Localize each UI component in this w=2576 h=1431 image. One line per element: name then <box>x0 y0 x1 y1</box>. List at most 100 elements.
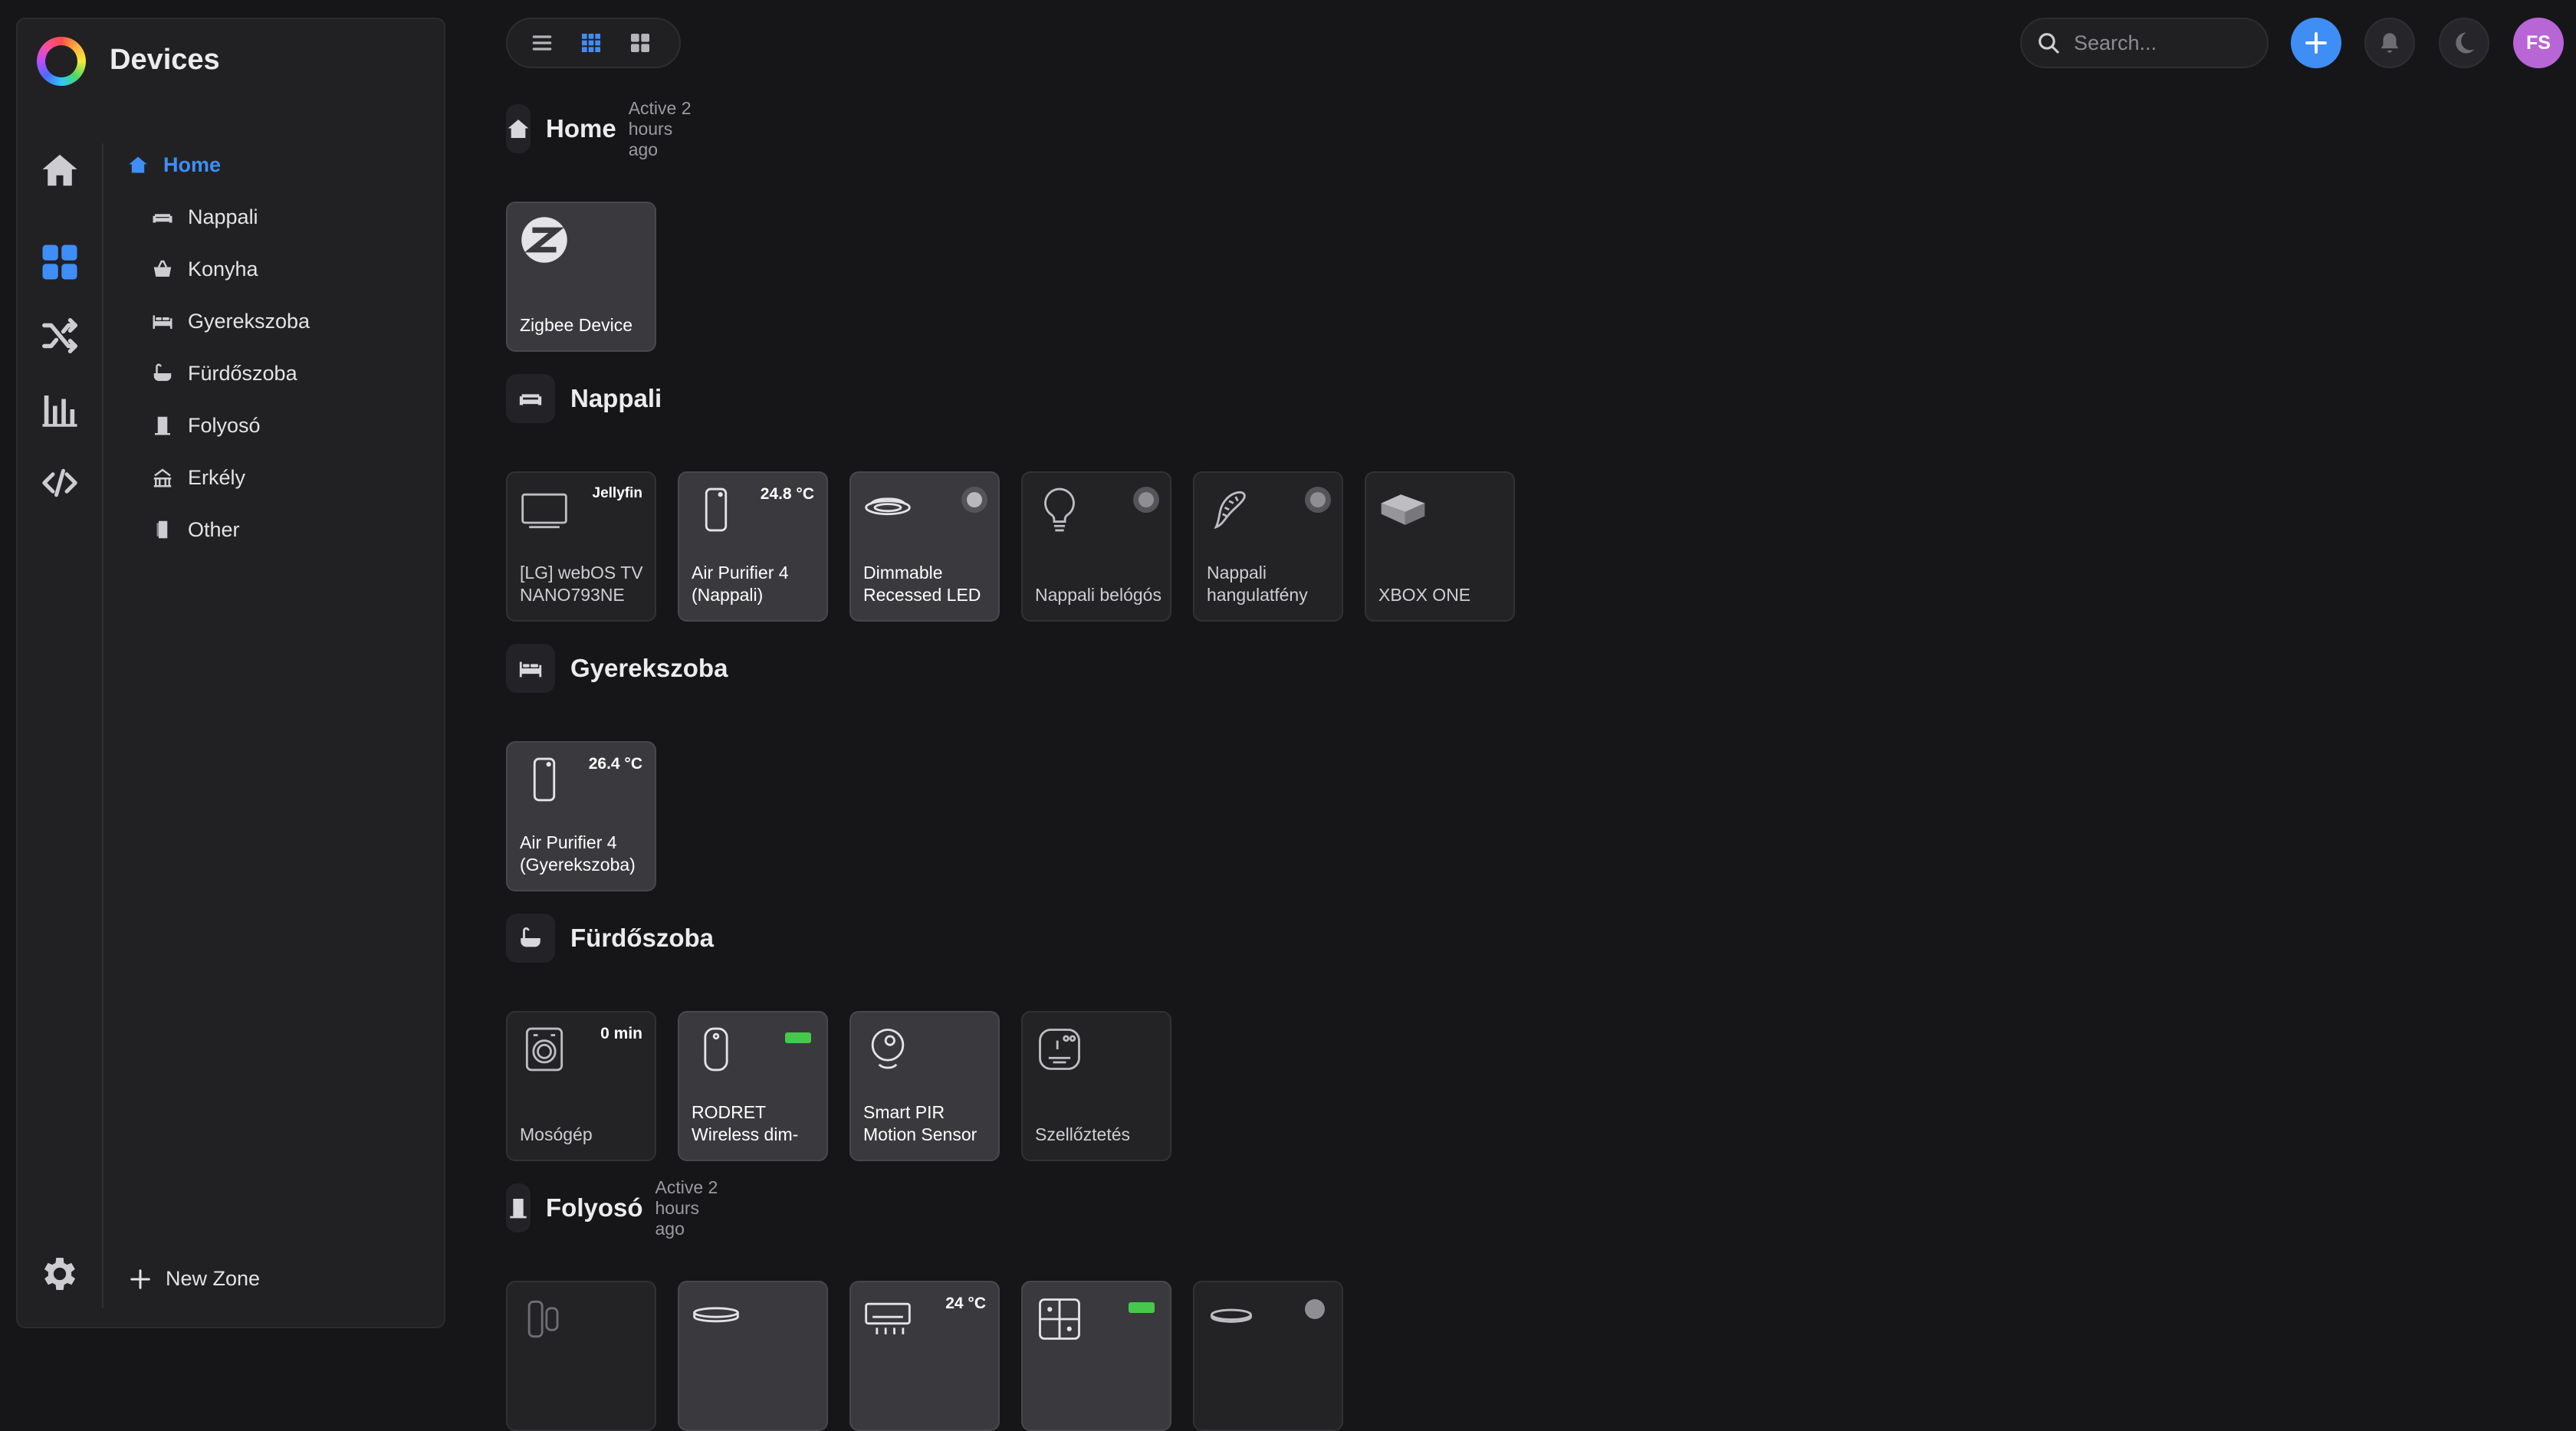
notifications-button[interactable] <box>2364 18 2415 68</box>
device-label: Air Purifier 4 (Nappali) <box>692 563 789 605</box>
bell-icon <box>2380 33 2399 53</box>
plus-icon <box>130 1269 150 1289</box>
device-card-ceiling-lamp[interactable] <box>1193 1281 1343 1431</box>
device-label: [LG] webOS TV NANO793NE <box>520 563 643 605</box>
zone-header: Nappali <box>506 373 662 424</box>
device-card-xbox-one[interactable]: XBOX ONE <box>1365 471 1515 622</box>
zone-icon <box>506 1183 531 1232</box>
sidebar-divider <box>102 143 104 1308</box>
sidebar-zone-folyoso[interactable]: Folyosó <box>150 410 261 441</box>
device-card-air-conditioner[interactable]: 24 °C <box>849 1281 1000 1431</box>
plus-icon <box>2305 32 2327 54</box>
sidebar-zone-home[interactable]: Home <box>125 149 221 180</box>
device-label: XBOX ONE <box>1378 585 1471 605</box>
device-card-dimmable-led[interactable]: Dimmable Recessed LED <box>849 471 1000 622</box>
small-grid-view-button[interactable] <box>575 27 607 59</box>
sidebar-zone-other[interactable]: Other <box>150 514 240 545</box>
status-dot <box>1305 1299 1325 1319</box>
device-label: Air Purifier 4 (Gyerekszoba) <box>520 832 636 875</box>
wall-switch-icon <box>1039 1298 1080 1340</box>
zigbee-icon <box>521 217 567 263</box>
motion-sensor-icon <box>871 1029 905 1069</box>
zone-header: Gyerekszoba <box>506 643 728 694</box>
device-card-nappali-belogos[interactable]: Nappali belógós <box>1021 471 1171 622</box>
zone-header: Home Active 2 hours ago <box>506 98 701 159</box>
view-mode-toggle <box>506 18 681 68</box>
device-label: Nappali hangulatfény <box>1207 563 1308 605</box>
zone-title: Fürdőszoba <box>570 924 714 952</box>
new-zone-label: New Zone <box>166 1267 261 1290</box>
sidebar-zone-furdoszoba[interactable]: Fürdőszoba <box>150 358 297 389</box>
large-grid-icon <box>631 34 649 52</box>
user-avatar[interactable]: FS <box>2513 18 2564 68</box>
nav-devices-button[interactable] <box>38 240 82 284</box>
sidebar-zone-konyha[interactable]: Konyha <box>150 254 258 284</box>
sofa-icon <box>153 214 172 223</box>
sidebar-zone-nappali[interactable]: Nappali <box>150 202 258 232</box>
device-label: Zigbee Device <box>520 315 633 335</box>
zone-icon <box>506 914 555 963</box>
home-icon <box>129 156 147 173</box>
device-card-nappali-hangulatfeny[interactable]: Nappali hangulatfény <box>1193 471 1343 622</box>
light-toggle-indicator[interactable] <box>1133 487 1159 513</box>
list-view-button[interactable] <box>526 27 558 59</box>
device-card-lg-tv[interactable]: Jellyfin [LG] webOS TV NANO793NE <box>506 471 656 622</box>
device-status: 0 min <box>600 1025 642 1042</box>
sofa-icon <box>519 394 542 405</box>
nav-automations-button[interactable] <box>38 313 82 358</box>
zone-header: Folyosó Active 2 hours ago <box>506 1177 728 1239</box>
zone-title: Folyosó <box>546 1193 643 1222</box>
recessed-light-icon <box>865 497 911 516</box>
zone-title: Home <box>546 114 616 143</box>
shuffle-icon <box>42 318 77 353</box>
moon-icon <box>2456 32 2475 54</box>
zone-label: Other <box>188 517 240 541</box>
device-card-zigbee-device[interactable]: Zigbee Device <box>506 202 656 352</box>
light-toggle-indicator[interactable] <box>1305 487 1331 513</box>
new-zone-button[interactable]: New Zone <box>129 1267 260 1291</box>
zone-label: Fürdőszoba <box>188 361 297 385</box>
nav-home-button[interactable] <box>38 148 82 192</box>
device-card-wall-switch[interactable] <box>1021 1281 1171 1431</box>
zone-label: Erkély <box>188 465 246 489</box>
device-card-szelloztetes[interactable]: Szellőztetés <box>1021 1011 1171 1161</box>
grid-icon <box>42 245 77 280</box>
door-open-icon <box>156 520 168 539</box>
bathtub-icon <box>521 927 540 947</box>
device-status: 24.8 °C <box>760 485 814 503</box>
bed-icon <box>519 661 542 678</box>
large-grid-view-button[interactable] <box>624 27 656 59</box>
bar-chart-icon <box>42 395 77 427</box>
air-purifier-icon <box>705 487 728 532</box>
device-label: RODRET Wireless dim- <box>692 1102 799 1144</box>
search-icon <box>2039 33 2059 54</box>
device-label: Mosógép <box>520 1124 593 1144</box>
add-device-button[interactable] <box>2291 18 2341 68</box>
device-label: Dimmable Recessed LED <box>863 563 981 605</box>
light-toggle-indicator[interactable] <box>961 487 987 513</box>
search-input[interactable] <box>2072 30 2252 56</box>
zone-label: Nappali <box>188 205 258 228</box>
theme-toggle-button[interactable] <box>2439 18 2489 68</box>
settings-button[interactable] <box>38 1252 82 1296</box>
device-card-air-purifier-nappali[interactable]: 24.8 °C Air Purifier 4 (Nappali) <box>678 471 828 622</box>
device-status: 26.4 °C <box>588 755 642 773</box>
device-card-door-sensor[interactable] <box>506 1281 656 1431</box>
zone-label: Konyha <box>188 257 258 281</box>
door-icon <box>155 416 170 435</box>
device-card-air-purifier-gyerekszoba[interactable]: 26.4 °C Air Purifier 4 (Gyerekszoba) <box>506 741 656 891</box>
device-card-ceiling-light[interactable] <box>678 1281 828 1431</box>
device-card-pir-sensor[interactable]: Smart PIR Motion Sensor <box>849 1011 1000 1161</box>
sidebar: Devices Home Nappali Konyha Gyerekszoba … <box>16 18 445 1328</box>
ceiling-lamp-icon <box>1211 1308 1252 1323</box>
zone-icon <box>506 644 555 693</box>
device-card-mosogep[interactable]: 0 min Mosógép <box>506 1011 656 1161</box>
app-title: Devices <box>110 44 220 76</box>
nav-developer-button[interactable] <box>38 461 82 505</box>
device-card-rodret[interactable]: RODRET Wireless dim- <box>678 1011 828 1161</box>
air-conditioner-icon <box>865 1302 911 1334</box>
zone-title: Nappali <box>570 384 662 412</box>
sidebar-zone-erkely[interactable]: Erkély <box>150 462 245 493</box>
nav-stats-button[interactable] <box>38 387 82 432</box>
sidebar-zone-gyerekszoba[interactable]: Gyerekszoba <box>150 306 310 336</box>
